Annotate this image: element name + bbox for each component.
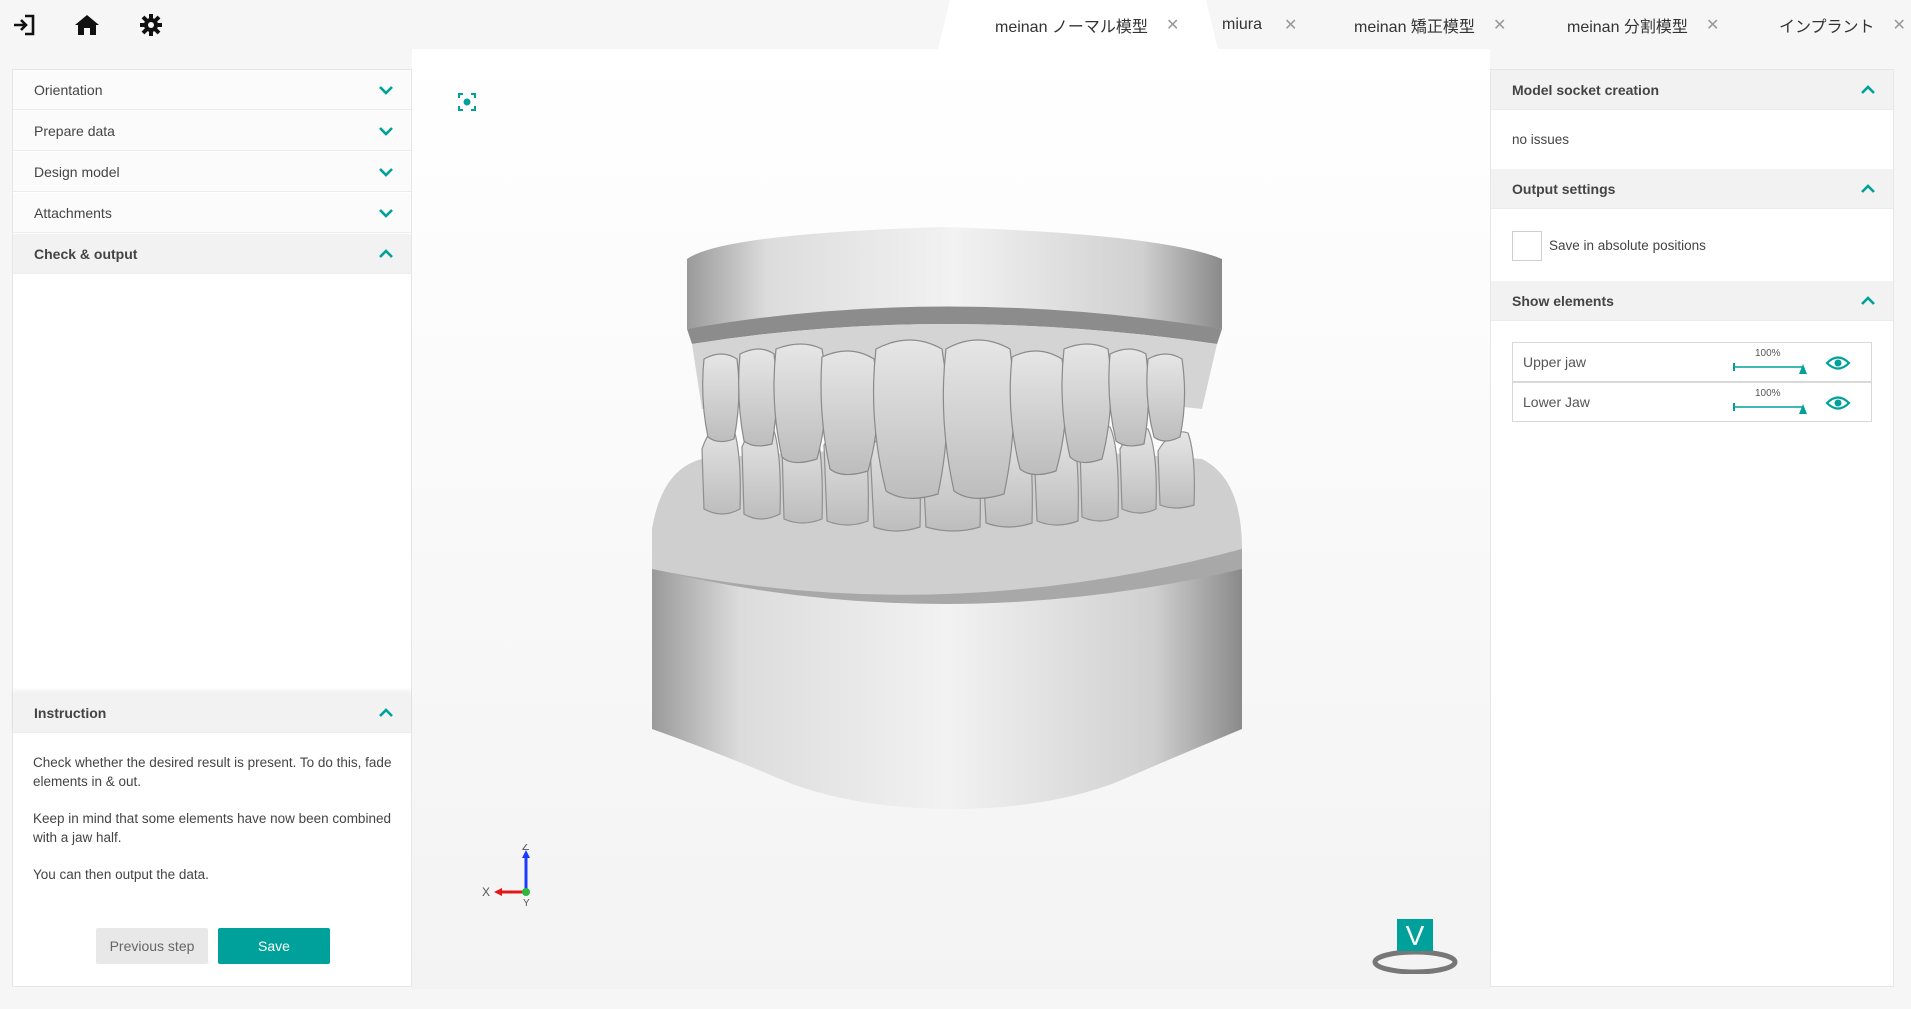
step-prepare-data[interactable]: Prepare data <box>13 111 411 151</box>
model-socket-header[interactable]: Model socket creation <box>1491 70 1893 110</box>
chevron-up-icon <box>1861 184 1875 193</box>
tab-meinan-normal[interactable]: meinan ノーマル模型 ✕ <box>938 0 1218 49</box>
focus-icon[interactable] <box>458 93 476 111</box>
section-title: Show elements <box>1512 292 1614 309</box>
opacity-slider[interactable] <box>1733 399 1809 415</box>
opacity-value: 100% <box>1755 388 1781 399</box>
section-title: Model socket creation <box>1512 81 1660 98</box>
home-icon[interactable] <box>74 12 100 38</box>
section-title: Output settings <box>1512 180 1616 197</box>
tab-meinan-split[interactable]: meinan 分割模型 ✕ <box>1567 0 1767 49</box>
tab-miura[interactable]: miura ✕ <box>1222 0 1372 49</box>
element-label: Upper jaw <box>1523 354 1587 370</box>
close-icon[interactable]: ✕ <box>1893 15 1906 35</box>
instruction-body: Check whether the desired result is pres… <box>33 753 393 884</box>
step-label: Design model <box>34 163 120 180</box>
axis-label-y: Y <box>523 898 530 909</box>
opacity-value: 100% <box>1755 348 1781 359</box>
tab-implant[interactable]: インプラント ✕ <box>1779 0 1909 49</box>
gear-icon[interactable] <box>138 12 164 38</box>
save-button[interactable]: Save <box>218 928 330 964</box>
dental-model[interactable] <box>642 209 1262 819</box>
step-label: Orientation <box>34 81 103 98</box>
instruction-title: Instruction <box>34 704 107 721</box>
axis-label-z: Z <box>522 844 529 853</box>
top-bar: meinan ノーマル模型 ✕ miura ✕ meinan 矯正模型 ✕ me… <box>0 0 1911 49</box>
opacity-slider[interactable] <box>1733 359 1809 375</box>
tab-label: meinan ノーマル模型 <box>995 18 1148 36</box>
chevron-up-icon <box>1861 296 1875 305</box>
3d-viewport[interactable]: Z X Y V <box>412 49 1490 989</box>
previous-step-button[interactable]: Previous step <box>96 928 208 964</box>
absolute-positions-checkbox[interactable] <box>1512 231 1542 261</box>
tab-meinan-orthodontic[interactable]: meinan 矯正模型 ✕ <box>1354 0 1554 49</box>
step-check-output[interactable]: Check & output <box>13 234 411 274</box>
element-row-upper-jaw: Upper jaw 100% <box>1512 342 1872 382</box>
step-label: Prepare data <box>34 122 115 139</box>
checkbox-label: Save in absolute positions <box>1549 238 1706 253</box>
axes-gizmo: Z X Y <box>482 844 530 909</box>
sign-in-icon[interactable] <box>11 12 37 38</box>
step-orientation[interactable]: Orientation <box>13 70 411 110</box>
chevron-down-icon <box>379 86 393 95</box>
chevron-up-icon <box>1861 85 1875 94</box>
chevron-down-icon <box>379 209 393 218</box>
chevron-down-icon <box>379 168 393 177</box>
step-label: Check & output <box>34 245 138 262</box>
tab-label: meinan 分割模型 <box>1567 18 1688 36</box>
right-panel: Model socket creation no issues Output s… <box>1490 69 1894 987</box>
close-icon[interactable]: ✕ <box>1166 15 1179 35</box>
logo-letter: V <box>1406 920 1425 951</box>
vertex-logo: V <box>1372 919 1458 974</box>
tab-label: meinan 矯正模型 <box>1354 18 1475 36</box>
chevron-down-icon <box>379 127 393 136</box>
step-attachments[interactable]: Attachments <box>13 193 411 233</box>
tab-label: miura <box>1222 15 1263 33</box>
left-panel: Orientation Prepare data Design model At… <box>12 69 412 987</box>
tab-label: インプラント <box>1779 18 1875 36</box>
instruction-text: Keep in mind that some elements have now… <box>33 811 391 845</box>
close-icon[interactable]: ✕ <box>1706 15 1719 35</box>
instruction-header[interactable]: Instruction <box>13 693 411 733</box>
element-row-lower-jaw: Lower Jaw 100% <box>1512 382 1872 422</box>
close-icon[interactable]: ✕ <box>1493 15 1506 35</box>
step-label: Attachments <box>34 204 112 221</box>
chevron-up-icon <box>379 708 393 717</box>
instruction-text: You can then output the data. <box>33 867 209 882</box>
step-design-model[interactable]: Design model <box>13 152 411 192</box>
chevron-up-icon <box>379 249 393 258</box>
close-icon[interactable]: ✕ <box>1284 15 1297 35</box>
element-label: Lower Jaw <box>1523 394 1590 410</box>
instruction-text: Check whether the desired result is pres… <box>33 755 392 789</box>
eye-icon[interactable] <box>1825 394 1851 412</box>
axis-label-x: X <box>482 885 490 899</box>
socket-status: no issues <box>1512 132 1570 147</box>
show-elements-header[interactable]: Show elements <box>1491 281 1893 321</box>
eye-icon[interactable] <box>1825 354 1851 372</box>
output-settings-header[interactable]: Output settings <box>1491 169 1893 209</box>
